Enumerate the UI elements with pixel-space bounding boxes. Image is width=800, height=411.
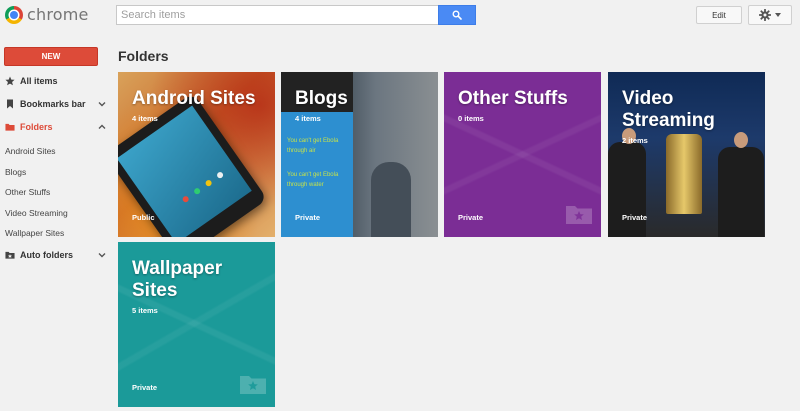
folder-icon <box>5 250 15 260</box>
folder-name: Video Streaming <box>622 88 715 131</box>
folder-privacy: Private <box>622 213 648 222</box>
chevron-up-icon[interactable] <box>97 122 107 132</box>
folder-item-count: 2 items <box>622 136 648 145</box>
folder-item-count: 4 items <box>295 114 321 123</box>
star-icon <box>5 76 15 86</box>
page-title: Folders <box>118 48 169 64</box>
folder-item-count: 0 items <box>458 114 484 123</box>
sidebar-item-label: Auto folders <box>20 250 73 260</box>
sidebar-item-auto-folders[interactable]: Auto folders <box>0 246 112 264</box>
search-icon <box>452 10 462 20</box>
search-input[interactable] <box>116 5 438 25</box>
sidebar-subfolder-android-sites[interactable]: Android Sites <box>5 146 56 156</box>
sidebar-subfolder-video-streaming[interactable]: Video Streaming <box>5 208 68 218</box>
folder-tile-android-sites[interactable]: Android Sites 4 items Public <box>118 72 275 237</box>
sidebar-item-label: Folders <box>20 122 53 132</box>
settings-button[interactable] <box>748 5 792 25</box>
folder-name: Other Stuffs <box>458 88 568 109</box>
folder-tile-wallpaper-sites[interactable]: Wallpaper Sites 5 items Private <box>118 242 275 407</box>
folder-tile-blogs[interactable]: You can't get Ebola through air You can'… <box>281 72 438 237</box>
folder-name: Blogs <box>295 88 348 109</box>
chevron-down-icon[interactable] <box>97 99 107 109</box>
search-button[interactable] <box>438 5 476 25</box>
folder-tile-video-streaming[interactable]: Video Streaming 2 items Private <box>608 72 765 237</box>
folder-icon <box>5 122 15 132</box>
header: chrome Edit <box>0 0 800 36</box>
folder-privacy: Private <box>132 383 158 392</box>
chrome-logo-icon <box>5 5 23 24</box>
folder-item-count: 4 items <box>132 114 158 123</box>
folder-name: Android Sites <box>132 88 256 109</box>
bookmark-icon <box>5 99 15 109</box>
gear-icon <box>759 9 771 21</box>
folder-name: Wallpaper Sites <box>132 258 223 301</box>
sidebar-item-all-items[interactable]: All items <box>0 72 112 90</box>
sidebar-item-label: Bookmarks bar <box>20 99 86 109</box>
app-name: chrome <box>27 5 89 24</box>
sidebar-item-label: All items <box>20 76 58 86</box>
folder-item-count: 5 items <box>132 306 158 315</box>
sidebar-item-bookmarks-bar[interactable]: Bookmarks bar <box>0 95 112 113</box>
folder-privacy: Public <box>132 213 155 222</box>
folder-tile-other-stuffs[interactable]: Other Stuffs 0 items Private <box>444 72 601 237</box>
sidebar-subfolder-other-stuffs[interactable]: Other Stuffs <box>5 187 50 197</box>
chevron-down-icon[interactable] <box>97 250 107 260</box>
sidebar-item-folders[interactable]: Folders <box>0 118 112 136</box>
new-button[interactable]: NEW <box>4 47 98 66</box>
folder-privacy: Private <box>458 213 484 222</box>
chrome-logo: chrome <box>5 5 89 24</box>
sidebar-subfolder-wallpaper-sites[interactable]: Wallpaper Sites <box>5 228 64 238</box>
trophy-image <box>666 134 702 214</box>
chevron-down-icon <box>775 13 781 17</box>
sidebar-subfolder-blogs[interactable]: Blogs <box>5 167 26 177</box>
edit-button[interactable]: Edit <box>696 6 742 24</box>
folder-star-icon <box>240 376 266 394</box>
folder-star-icon <box>566 206 592 224</box>
folder-privacy: Private <box>295 213 321 222</box>
